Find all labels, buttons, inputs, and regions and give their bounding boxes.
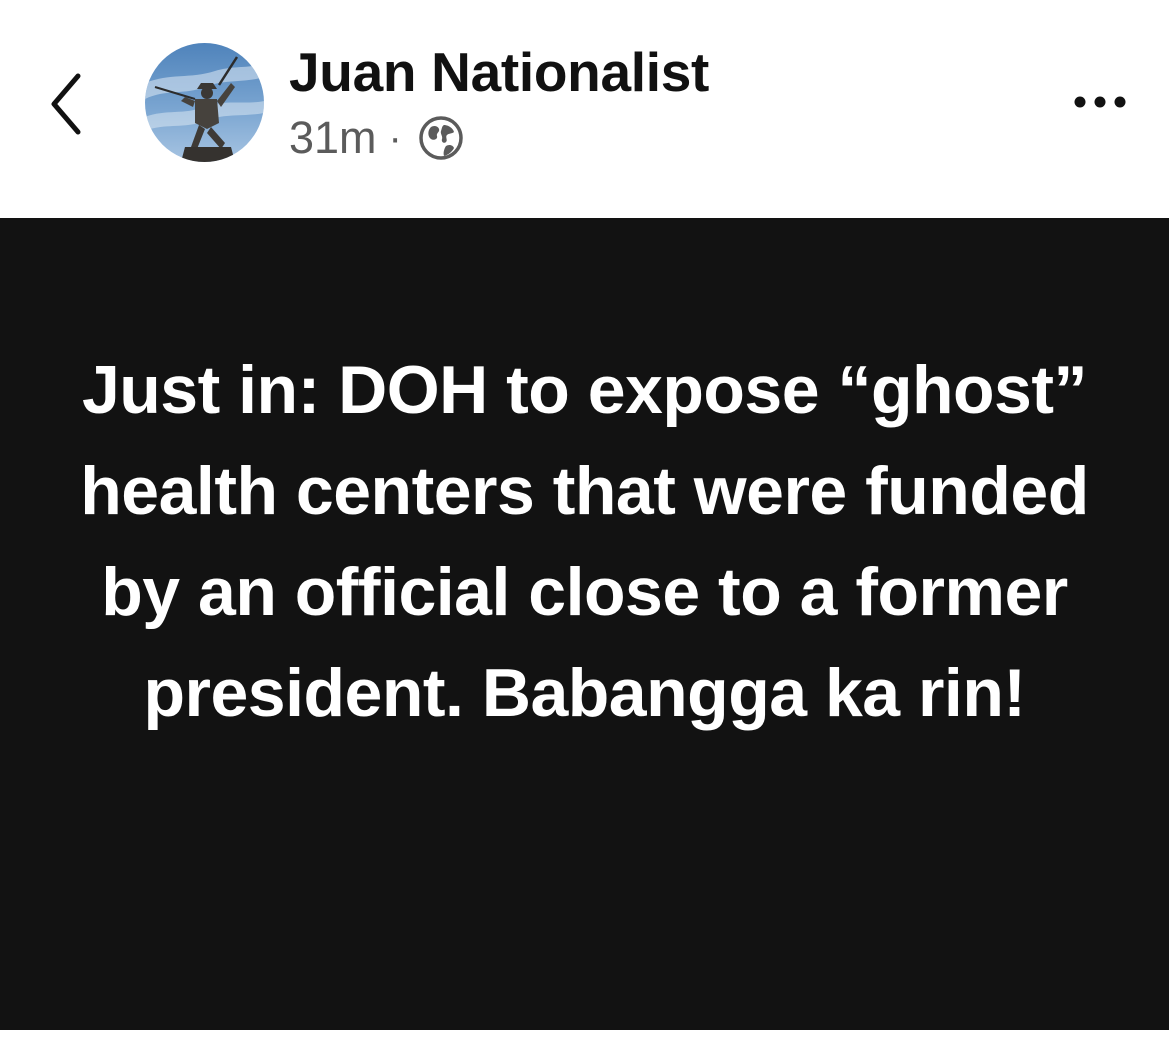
avatar[interactable] — [145, 43, 264, 162]
globe-icon — [419, 116, 463, 160]
bottom-divider — [0, 1030, 1169, 1037]
post-header: Juan Nationalist 31m · — [0, 0, 1169, 218]
back-button[interactable] — [40, 66, 100, 142]
timestamp[interactable]: 31m — [289, 110, 377, 166]
more-options-button[interactable] — [1060, 78, 1140, 126]
chevron-left-icon — [51, 73, 81, 135]
author-name[interactable]: Juan Nationalist — [289, 39, 709, 105]
post-view: Juan Nationalist 31m · Just in: DOH to e… — [0, 0, 1169, 1037]
post-text: Just in: DOH to expose “ghost” health ce… — [80, 352, 1089, 731]
separator-dot: · — [388, 116, 402, 160]
post-meta: 31m · — [289, 110, 466, 166]
more-horizontal-icon — [1074, 96, 1126, 108]
avatar-image — [145, 43, 264, 162]
post-content-card: Just in: DOH to expose “ghost” health ce… — [0, 218, 1169, 1030]
